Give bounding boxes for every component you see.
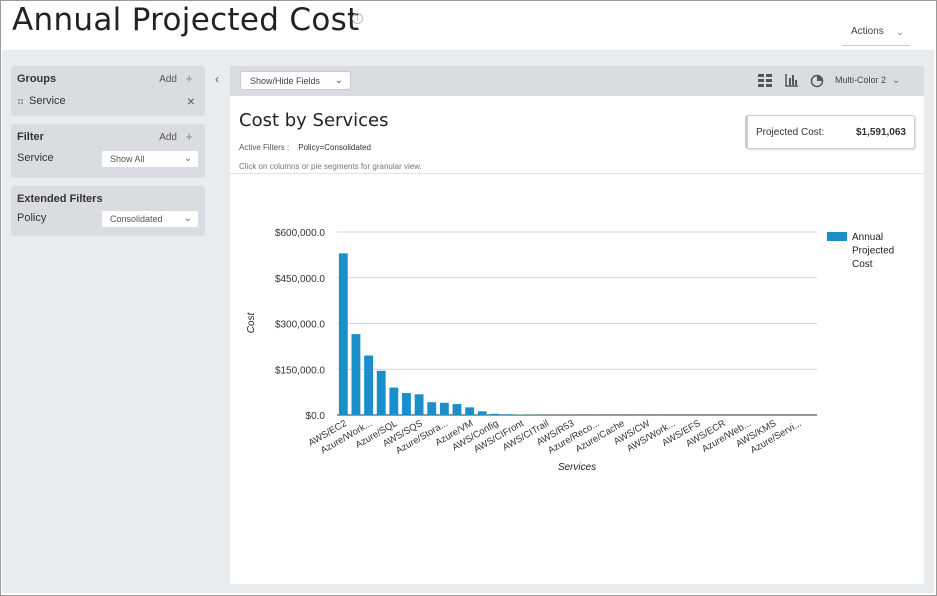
y-tick-label: $450,000.0 (275, 274, 325, 285)
bar[interactable] (465, 407, 475, 415)
color-palette-dropdown[interactable]: Multi-Color 2 ⌄ (835, 75, 900, 86)
policy-field-label: Policy (17, 212, 47, 224)
extended-filters-panel: Extended Filters Policy Consolidated ⌄ (11, 186, 205, 236)
bar[interactable] (439, 402, 449, 415)
y-tick-label: $600,000.0 (275, 228, 325, 239)
bar[interactable] (477, 411, 487, 415)
chevron-down-icon: ⌄ (895, 27, 904, 38)
filter-field-label: Service (17, 152, 54, 164)
chevron-down-icon: ⌄ (183, 213, 192, 224)
actions-menu[interactable]: Actions ⌄ (842, 20, 910, 46)
bar[interactable] (351, 334, 361, 415)
bar-chart-icon[interactable] (785, 74, 799, 87)
collapse-sidebar-icon[interactable]: ‹ (215, 72, 219, 86)
show-hide-fields-dropdown[interactable]: Show/Hide Fields ⌄ (240, 71, 351, 90)
bar[interactable] (338, 253, 348, 415)
policy-value: Consolidated (110, 214, 163, 224)
bar[interactable] (452, 404, 462, 415)
info-icon[interactable]: i (352, 13, 363, 24)
chart-hint: Click on columns or pie segments for gra… (239, 162, 422, 171)
bar[interactable] (376, 370, 386, 415)
x-axis-label: Services (558, 462, 596, 473)
filter-plus-icon[interactable]: + (185, 129, 193, 144)
filter-title: Filter (17, 131, 44, 143)
palette-label: Multi-Color 2 (835, 75, 887, 85)
cost-bar-chart: $0.0 $150,000.0 $300,000.0 $450,000.0 $600,0… (246, 228, 894, 473)
projected-cost-box: Projected Cost: $1,591,063 (745, 115, 915, 149)
chevron-down-icon: ⌄ (183, 153, 192, 164)
y-axis-label: Cost (246, 311, 257, 333)
active-filters: Active Filters : Policy=Consolidated (239, 143, 371, 152)
chart-title: Cost by Services (239, 110, 389, 131)
chevron-down-icon: ⌄ (334, 75, 343, 86)
bar[interactable] (427, 402, 437, 415)
groups-panel: Groups Add + Service × (11, 66, 205, 116)
pie-chart-icon[interactable] (810, 74, 824, 88)
legend-label: Projected (852, 246, 894, 257)
show-hide-fields-label: Show/Hide Fields (250, 76, 321, 86)
policy-select[interactable]: Consolidated ⌄ (101, 210, 199, 228)
groups-add-button[interactable]: Add (159, 74, 177, 85)
drag-handle-icon[interactable] (18, 99, 24, 105)
chart-toolbar: Show/Hide Fields ⌄ Multi-Color 2 ⌄ (230, 66, 924, 96)
grid-view-icon[interactable] (758, 74, 773, 87)
active-filters-label: Active Filters : (239, 143, 290, 152)
groups-plus-icon[interactable]: + (185, 71, 193, 86)
remove-icon[interactable]: × (187, 93, 195, 109)
bar[interactable] (503, 414, 512, 415)
legend-label: Cost (852, 259, 873, 270)
group-item-label: Service (29, 95, 66, 107)
bar[interactable] (389, 387, 399, 415)
projected-cost-label: Projected Cost: (756, 127, 825, 138)
legend-swatch[interactable] (827, 232, 847, 241)
filter-panel: Filter Add + Service Show All ⌄ (11, 124, 205, 178)
legend-label: Annual (852, 232, 883, 243)
service-filter-select[interactable]: Show All ⌄ (101, 150, 199, 168)
chevron-down-icon: ⌄ (892, 75, 901, 86)
filter-add-button[interactable]: Add (159, 132, 177, 143)
active-filters-value: Policy=Consolidated (298, 143, 371, 152)
page-title: Annual Projected Cost (12, 2, 360, 38)
bar[interactable] (414, 394, 424, 415)
bar[interactable] (364, 355, 373, 415)
y-tick-label: $300,000.0 (275, 320, 325, 331)
divider (230, 173, 924, 174)
projected-cost-value: $1,591,063 (855, 127, 906, 138)
extended-filters-title: Extended Filters (17, 193, 103, 205)
service-filter-value: Show All (110, 154, 145, 164)
bar[interactable] (402, 393, 411, 415)
y-tick-label: $0.0 (306, 411, 326, 422)
groups-title: Groups (17, 73, 57, 85)
y-tick-label: $150,000.0 (275, 365, 325, 376)
bar[interactable] (490, 413, 500, 415)
actions-label: Actions (851, 26, 884, 37)
